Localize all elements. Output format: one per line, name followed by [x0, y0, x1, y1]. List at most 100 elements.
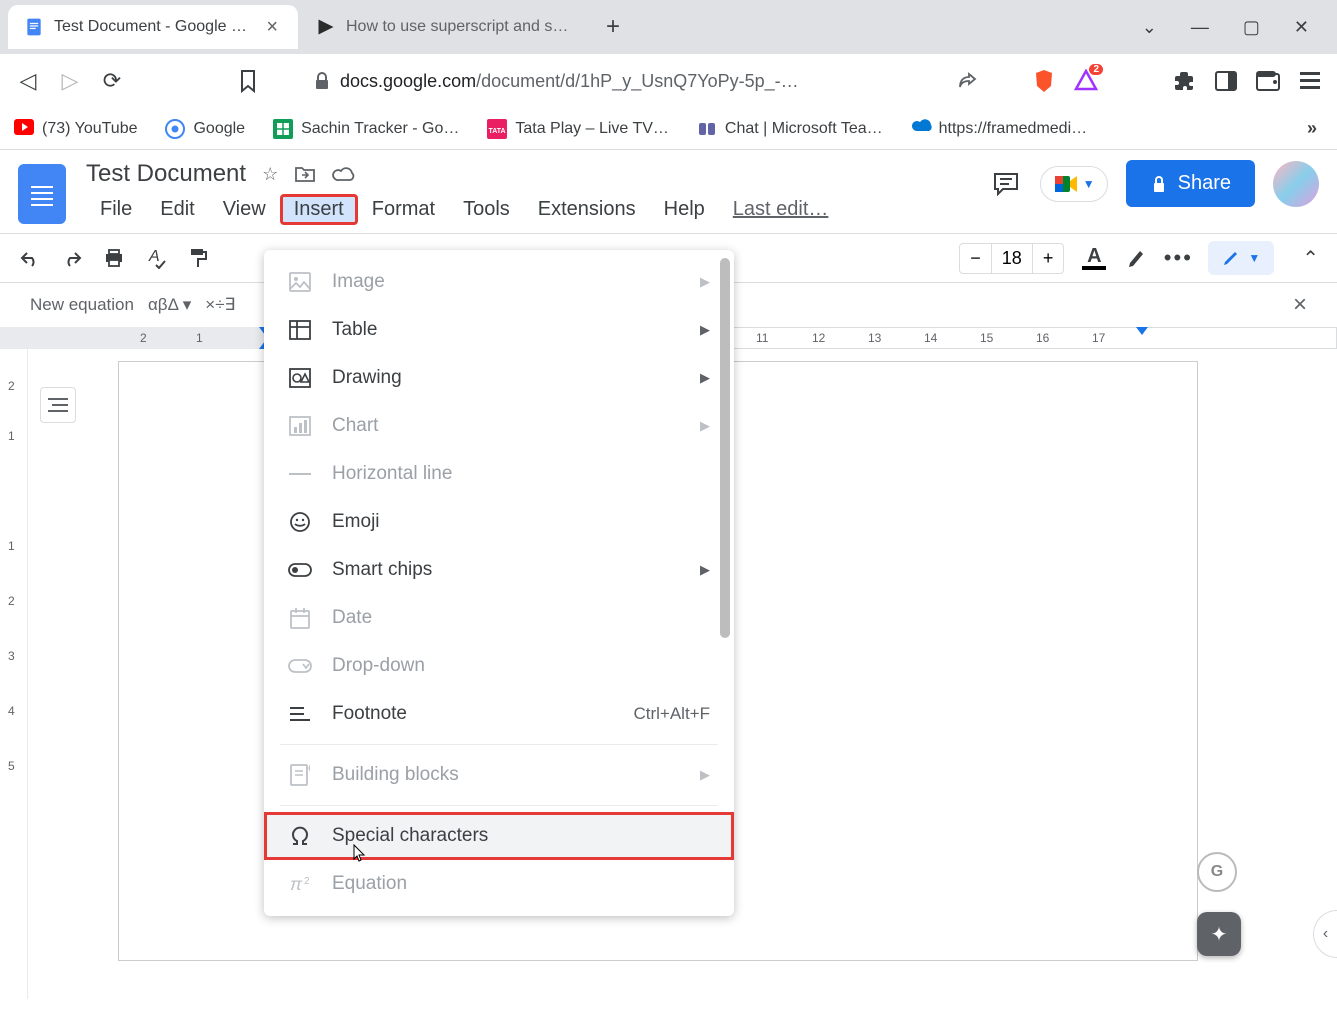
star-icon[interactable]: ☆: [262, 164, 278, 185]
url-bar[interactable]: docs.google.com/document/d/1hP_y_UsnQ7Yo…: [296, 71, 996, 92]
menu-format[interactable]: Format: [358, 194, 449, 225]
extensions-icon[interactable]: [1171, 68, 1197, 94]
menu-item-label: Smart chips: [332, 559, 432, 581]
insert-menu-date: Date: [264, 594, 734, 642]
ruler-number: 1: [196, 331, 206, 345]
bookmark-item[interactable]: https://framedmedi…: [911, 119, 1088, 139]
avatar[interactable]: [1273, 161, 1319, 207]
share-url-icon[interactable]: [958, 72, 978, 90]
equation-greek-dropdown[interactable]: αβΔ ▾: [148, 295, 191, 315]
redo-button[interactable]: [60, 246, 84, 270]
new-equation-button[interactable]: New equation: [30, 295, 134, 315]
menu-item-label: Drawing: [332, 367, 402, 389]
comments-icon[interactable]: [990, 168, 1022, 200]
tab-inactive[interactable]: How to use superscript and subscript i: [300, 5, 590, 49]
insert-menu-special-characters[interactable]: Special characters: [264, 812, 734, 860]
bookmarks-overflow-icon[interactable]: »: [1307, 118, 1323, 139]
bookmark-item[interactable]: Google: [165, 119, 245, 139]
browser-menu-icon[interactable]: [1297, 68, 1323, 94]
insert-menu-smart-chips[interactable]: Smart chips▶: [264, 546, 734, 594]
bookmark-icon[interactable]: [234, 67, 262, 95]
image-icon: [288, 270, 312, 294]
bookmark-label: Sachin Tracker - Go…: [301, 120, 459, 138]
sidebar-icon[interactable]: [1213, 68, 1239, 94]
highlight-button[interactable]: [1124, 246, 1148, 270]
cloud-status-icon[interactable]: [332, 165, 356, 183]
forward-button[interactable]: ▷: [56, 67, 84, 95]
bookmark-item[interactable]: (73) YouTube: [14, 119, 137, 139]
bookmark-item[interactable]: TATA Tata Play – Live TV…: [487, 119, 669, 139]
doc-title[interactable]: Test Document: [86, 160, 246, 188]
menu-item-label: Equation: [332, 873, 407, 895]
menu-item-label: Building blocks: [332, 764, 459, 786]
submenu-arrow-icon: ▶: [700, 322, 710, 338]
bookmark-label: Tata Play – Live TV…: [515, 120, 669, 138]
font-size-increase[interactable]: +: [1033, 244, 1064, 273]
reload-button[interactable]: ⟳: [98, 67, 126, 95]
insert-menu-table[interactable]: Table▶: [264, 306, 734, 354]
editing-mode-button[interactable]: ▼: [1208, 241, 1274, 275]
print-button[interactable]: [102, 246, 126, 270]
menu-insert[interactable]: Insert: [280, 194, 358, 225]
close-window-icon[interactable]: ✕: [1294, 17, 1309, 38]
menu-view[interactable]: View: [209, 194, 280, 225]
insert-menu-building-blocks: +Building blocks▶: [264, 751, 734, 799]
insert-menu-footnote[interactable]: FootnoteCtrl+Alt+F: [264, 690, 734, 738]
ruler-number: 17: [1092, 331, 1102, 345]
back-button[interactable]: ◁: [14, 67, 42, 95]
bookmark-label: (73) YouTube: [42, 120, 137, 138]
last-edit-link[interactable]: Last edit…: [733, 198, 829, 221]
brave-shield-icon[interactable]: [1031, 68, 1057, 94]
font-size-control: − 18 +: [959, 243, 1064, 274]
footnote-icon: [288, 702, 312, 726]
close-tab-icon[interactable]: ×: [262, 16, 282, 39]
text-color-button[interactable]: A: [1082, 246, 1106, 270]
table-icon: [288, 318, 312, 342]
menu-edit[interactable]: Edit: [146, 194, 208, 225]
docs-logo-icon[interactable]: [18, 164, 66, 224]
insert-menu-drawing[interactable]: Drawing▶: [264, 354, 734, 402]
ruler-number: 12: [812, 331, 822, 345]
new-tab-button[interactable]: +: [592, 13, 634, 41]
equation-ops-dropdown[interactable]: ×÷∃: [205, 295, 235, 315]
maximize-icon[interactable]: ▢: [1243, 17, 1260, 38]
font-size-value[interactable]: 18: [991, 244, 1033, 273]
menu-tools[interactable]: Tools: [449, 194, 524, 225]
ruler-number: 14: [924, 331, 934, 345]
paint-format-button[interactable]: [186, 246, 210, 270]
ruler-number: 2: [140, 331, 150, 345]
grammarly-icon[interactable]: G: [1197, 852, 1237, 892]
brave-rewards-icon[interactable]: 2: [1073, 68, 1099, 94]
bookmark-item[interactable]: Chat | Microsoft Tea…: [697, 119, 883, 139]
outline-button[interactable]: [40, 387, 76, 423]
close-equation-bar-icon[interactable]: ×: [1293, 291, 1307, 319]
wallet-icon[interactable]: [1255, 68, 1281, 94]
menu-extensions[interactable]: Extensions: [524, 194, 650, 225]
share-button[interactable]: Share: [1126, 160, 1255, 207]
svg-text:TATA: TATA: [489, 128, 506, 135]
collapse-toolbar-icon[interactable]: ⌃: [1302, 246, 1319, 271]
insert-menu-emoji[interactable]: Emoji: [264, 498, 734, 546]
tab-active[interactable]: Test Document - Google Docs ×: [8, 5, 298, 49]
vertical-ruler[interactable]: 2 1 1 2 3 4 5: [0, 349, 28, 999]
menu-file[interactable]: File: [86, 194, 146, 225]
meet-button[interactable]: ▼: [1040, 166, 1108, 202]
blocks-icon: +: [288, 763, 312, 787]
explore-button[interactable]: ✦: [1197, 912, 1241, 956]
submenu-arrow-icon: ▶: [700, 274, 710, 290]
font-size-decrease[interactable]: −: [960, 244, 991, 273]
undo-button[interactable]: [18, 246, 42, 270]
spellcheck-button[interactable]: A: [144, 246, 168, 270]
menu-help[interactable]: Help: [650, 194, 719, 225]
nav-bar: ◁ ▷ ⟳ docs.google.com/document/d/1hP_y_U…: [0, 54, 1337, 108]
bookmark-item[interactable]: Sachin Tracker - Go…: [273, 119, 459, 139]
bookmark-label: Google: [193, 120, 245, 138]
search-tabs-icon[interactable]: ⌄: [1142, 17, 1157, 38]
more-toolbar-button[interactable]: •••: [1166, 246, 1190, 270]
move-icon[interactable]: [294, 165, 316, 183]
minimize-icon[interactable]: —: [1191, 17, 1209, 38]
drawing-icon: [288, 366, 312, 390]
bookmarks-bar: (73) YouTube Google Sachin Tracker - Go……: [0, 108, 1337, 150]
tab-favicon-icon: [316, 17, 336, 37]
menu-item-label: Special characters: [332, 825, 488, 847]
